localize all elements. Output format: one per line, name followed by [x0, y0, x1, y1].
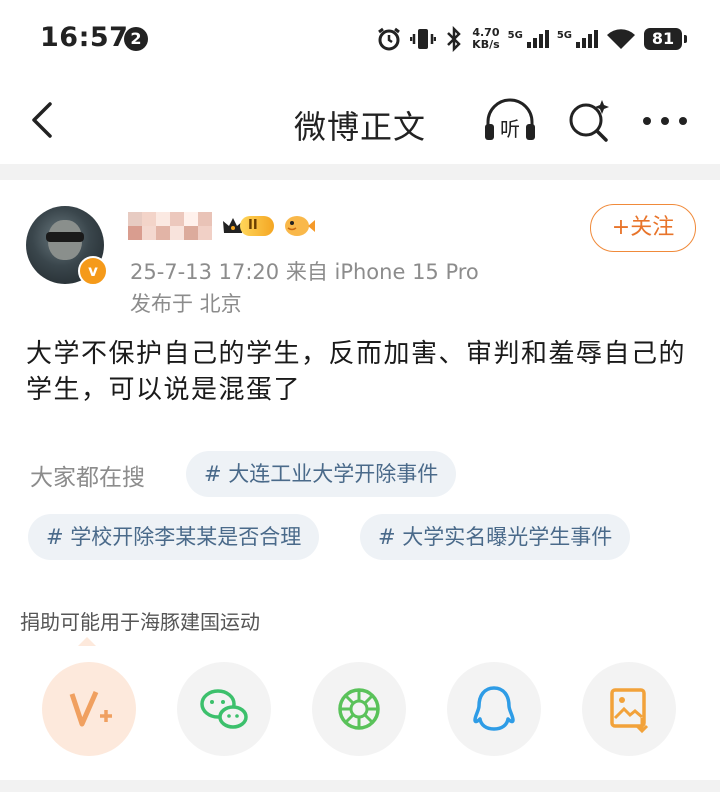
weibo-v-plus-icon	[69, 690, 112, 727]
share-weibo-button[interactable]	[42, 662, 136, 756]
signal-bars-icon	[576, 30, 598, 48]
verified-v-icon: v	[78, 256, 108, 286]
notification-count-badge: 2	[124, 27, 148, 51]
listen-label: 听	[500, 117, 520, 141]
search-tag[interactable]: # 大学实名曝光学生事件	[360, 514, 631, 560]
post-content: 大学不保护自己的学生，反而加害、审判和羞辱自己的学生，可以说是混蛋了	[26, 339, 687, 405]
share-save-image-button[interactable]	[582, 662, 676, 756]
signal-sim1: 5G	[508, 30, 549, 48]
share-qq-button[interactable]	[447, 662, 541, 756]
search-tag[interactable]: # 大连工业大学开除事件	[186, 451, 457, 497]
wechat-icon	[200, 689, 248, 729]
signal-sim2: 5G	[557, 30, 598, 48]
post-time-source: 25-7-13 17:20 来自 iPhone 15 Pro	[130, 260, 479, 284]
network-speed-unit: KB/s	[472, 38, 500, 51]
bluetooth-icon	[447, 26, 461, 52]
listen-headphones-icon[interactable]: 听	[482, 96, 538, 146]
wifi-icon	[607, 29, 635, 49]
bottom-divider	[0, 780, 720, 792]
save-image-icon	[610, 688, 649, 734]
share-moments-button[interactable]	[312, 662, 406, 756]
vibrate-icon	[410, 29, 437, 49]
alarm-icon	[378, 27, 401, 51]
qq-icon	[473, 686, 515, 731]
pufferfish-badge-icon	[284, 216, 315, 236]
nav-bar: 微博正文 听	[0, 78, 720, 164]
blurred-username-mosaic	[128, 212, 212, 240]
follow-button[interactable]: +关注	[590, 204, 696, 252]
battery-indicator: 81	[644, 28, 687, 50]
page-title: 微博正文	[293, 108, 426, 146]
member-level-badge[interactable]: II	[222, 214, 274, 238]
status-icons: 4.70 KB/s 5G 5G 81	[376, 22, 687, 56]
search-sparkle-icon[interactable]	[566, 98, 612, 144]
section-divider	[0, 164, 720, 180]
share-wechat-button[interactable]	[177, 662, 271, 756]
more-dots-icon[interactable]	[640, 106, 690, 136]
status-bar: 16:57 2 4.70 KB/s 5G 5G 81	[0, 0, 720, 78]
level-number: II	[240, 216, 274, 236]
tooltip-pointer	[78, 637, 96, 646]
username[interactable]: II	[128, 210, 316, 242]
search-tag[interactable]: # 学校开除李某某是否合理	[28, 514, 320, 560]
post-location: 发布于 北京	[130, 292, 242, 316]
sim2-label: 5G	[556, 30, 572, 41]
moments-icon	[338, 688, 380, 730]
donate-text[interactable]: 捐助可能用于海豚建国运动	[20, 606, 260, 635]
network-speed: 4.70 KB/s	[472, 27, 499, 51]
sim1-label: 5G	[507, 30, 523, 41]
status-time: 16:57	[40, 22, 129, 53]
signal-bars-icon	[526, 30, 549, 48]
trending-search-label: 大家都在搜	[30, 465, 145, 491]
